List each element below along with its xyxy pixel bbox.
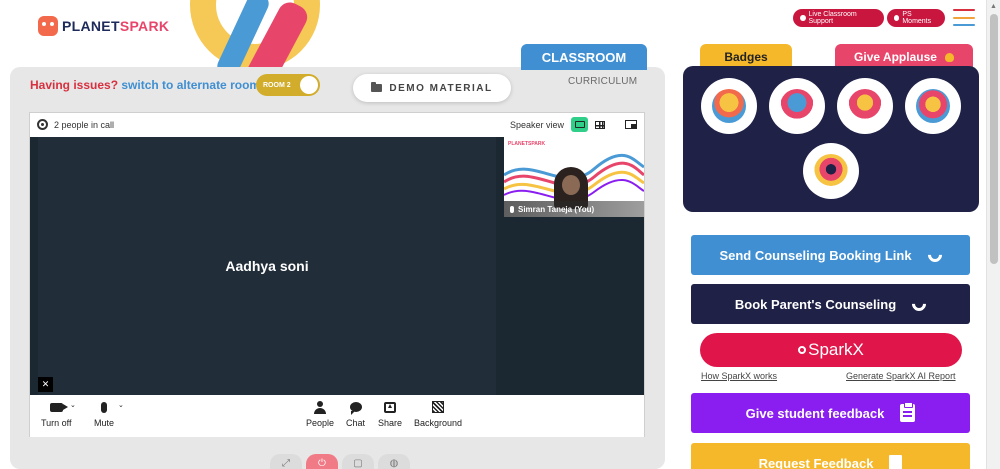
book-parent-counseling-button[interactable]: Book Parent's Counseling xyxy=(691,284,970,324)
superhero-badge-icon[interactable] xyxy=(769,78,825,134)
how-sparkx-link[interactable]: How SparkX works xyxy=(701,371,777,381)
issues-banner: Having issues? switch to alternate room xyxy=(30,78,260,92)
info-icon xyxy=(800,15,806,21)
tab-curriculum[interactable]: CURRICULUM xyxy=(568,76,637,87)
give-feedback-label: Give student feedback xyxy=(745,405,885,421)
background-button[interactable]: Background xyxy=(414,400,462,428)
share-icon xyxy=(384,401,397,413)
background-icon xyxy=(432,401,445,413)
room-toggle-label: ROOM 2 xyxy=(263,81,291,89)
toggle-knob xyxy=(300,76,318,94)
people-count: 2 people in call xyxy=(54,120,115,130)
ps-moments-label: PS Moments xyxy=(902,11,932,25)
background-label: Background xyxy=(414,418,463,428)
share-button[interactable]: Share xyxy=(378,400,402,428)
sparkx-button[interactable]: SparkX xyxy=(700,333,962,367)
page-scrollbar[interactable]: ▲ xyxy=(986,0,1000,469)
participant-face xyxy=(562,175,580,195)
phone-icon xyxy=(909,294,930,314)
mute-button[interactable]: Mute xyxy=(94,400,114,428)
planetspark-logo[interactable]: PLANETSPARK xyxy=(38,16,169,36)
alternate-room-link[interactable]: switch to alternate room xyxy=(121,78,260,92)
speaker-view-label: Speaker view xyxy=(510,120,565,130)
self-video-tile[interactable]: PLANETSPARK Simran Taneja (You) xyxy=(504,137,644,217)
sparkx-label: SparkX xyxy=(808,340,864,359)
trophy-badge-icon[interactable] xyxy=(701,78,757,134)
ps-moments-button[interactable]: PS Moments xyxy=(887,9,945,27)
main-participant-name: Aadhya soni xyxy=(225,258,309,274)
mic-options-chevron-icon[interactable]: ⌄ xyxy=(118,401,124,409)
self-name: Simran Taneja (You) xyxy=(518,204,595,214)
self-name-bar: Simran Taneja (You) xyxy=(504,201,644,217)
power-icon[interactable]: ⏻ xyxy=(306,454,338,469)
tab-classroom[interactable]: CLASSROOM xyxy=(521,44,647,70)
camera-icon xyxy=(49,402,68,412)
issues-text: Having issues? xyxy=(30,78,119,92)
demo-material-button[interactable]: DEMO MATERIAL xyxy=(353,74,511,102)
scroll-up-icon[interactable]: ▲ xyxy=(990,3,997,10)
give-applause-label: Give Applause xyxy=(854,50,937,64)
camera-button[interactable]: Turn off xyxy=(41,400,72,428)
main-video-tile[interactable]: Aadhya soni xyxy=(38,137,496,395)
app-page: PLANETSPARK Live Classroom Support PS Mo… xyxy=(0,0,1000,469)
robot-logo-icon xyxy=(38,16,58,36)
classroom-controls: ⤢ ⏻ ▢ ◍ xyxy=(270,454,410,469)
mic-muted-icon: ✕ xyxy=(38,377,53,392)
logo-text: PLANETSPARK xyxy=(62,18,170,34)
send-counseling-link-button[interactable]: Send Counseling Booking Link xyxy=(691,235,970,275)
menu-icon[interactable] xyxy=(953,9,975,26)
call-toolbar: Turn off ⌄ Mute ⌄ People Chat Share Back… xyxy=(30,395,644,437)
info-icon xyxy=(894,15,900,21)
gear-icon[interactable] xyxy=(37,119,48,130)
live-support-button[interactable]: Live Classroom Support xyxy=(793,9,884,27)
share-label: Share xyxy=(378,418,403,428)
idea-badge-icon[interactable] xyxy=(905,78,961,134)
clipboard-icon xyxy=(900,402,916,422)
speaker-view-icon[interactable] xyxy=(571,117,588,132)
folder-icon xyxy=(371,82,383,92)
live-support-label: Live Classroom Support xyxy=(808,11,857,25)
whiteboard-icon[interactable]: ▢ xyxy=(342,454,374,469)
request-feedback-button[interactable]: Request Feedback xyxy=(691,443,970,469)
mic-icon xyxy=(101,401,107,413)
grid-view-icon[interactable] xyxy=(591,117,608,132)
mic-icon xyxy=(510,205,514,213)
call-header: 2 people in call Speaker view xyxy=(30,113,644,137)
chat-label: Chat xyxy=(346,418,366,428)
scrollbar-thumb[interactable] xyxy=(990,14,998,264)
send-counseling-label: Send Counseling Booking Link xyxy=(719,247,912,263)
people-label: People xyxy=(306,418,335,428)
camera-options-chevron-icon[interactable]: ⌄ xyxy=(70,401,76,409)
request-feedback-label: Request Feedback xyxy=(758,455,874,469)
palette-icon[interactable]: ◍ xyxy=(378,454,410,469)
document-icon xyxy=(889,454,903,469)
sparkx-icon xyxy=(798,346,807,354)
book-parent-label: Book Parent's Counseling xyxy=(734,296,897,312)
mute-label: Mute xyxy=(94,418,115,428)
room-toggle[interactable]: ROOM 2 xyxy=(256,74,320,96)
demo-material-label: DEMO MATERIAL xyxy=(389,82,493,94)
people-icon xyxy=(314,400,327,414)
fullscreen-icon[interactable]: ⤢ xyxy=(270,454,302,469)
phone-icon xyxy=(924,245,945,265)
chat-button[interactable]: Chat xyxy=(346,400,365,428)
video-stage: Aadhya soni ✕ PLANETSPARK Simran Taneja … xyxy=(30,137,644,395)
video-call-window: 2 people in call Speaker view Aadhya son… xyxy=(29,112,645,437)
generate-report-link[interactable]: Generate SparkX AI Report xyxy=(846,371,956,381)
give-feedback-button[interactable]: Give student feedback xyxy=(691,393,970,433)
chat-icon xyxy=(349,402,362,415)
people-button[interactable]: People xyxy=(306,400,334,428)
clap-icon xyxy=(944,52,954,62)
camera-label: Turn off xyxy=(41,418,72,428)
robot-badge-icon[interactable] xyxy=(803,143,859,199)
pip-icon[interactable] xyxy=(622,117,639,132)
meditation-badge-icon[interactable] xyxy=(837,78,893,134)
